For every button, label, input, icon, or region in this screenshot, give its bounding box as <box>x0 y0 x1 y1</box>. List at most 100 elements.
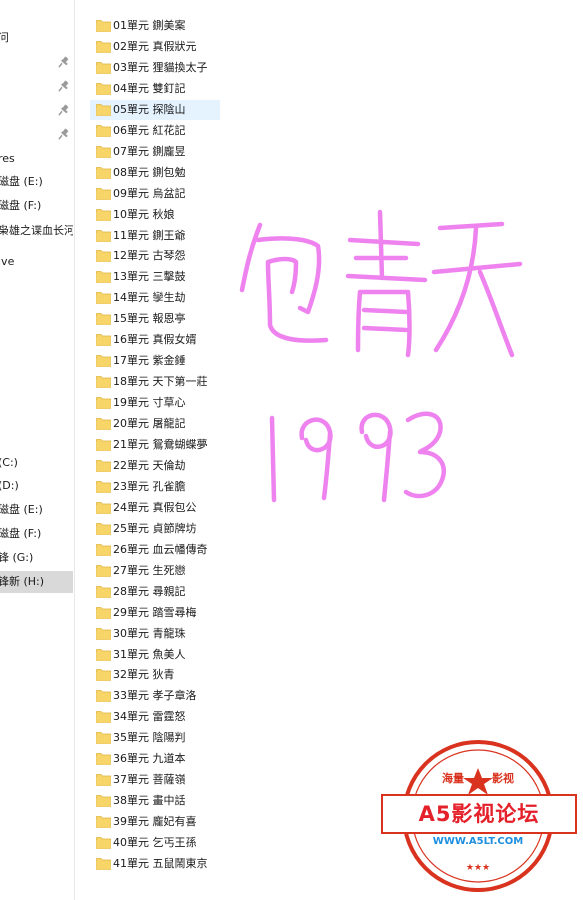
folder-item[interactable]: 26單元 血云幡傳奇 <box>90 540 220 560</box>
nav-item[interactable]: (C:) <box>0 452 73 474</box>
folder-item[interactable]: 23單元 孔雀膽 <box>90 477 220 497</box>
nav-item[interactable]: 磁盘 (F:) <box>0 195 73 217</box>
folder-item[interactable]: 15單元 報恩亭 <box>90 309 220 329</box>
folder-icon <box>96 522 111 535</box>
folder-item[interactable]: 30單元 青龍珠 <box>90 624 220 644</box>
folder-item[interactable]: 29單元 踏雪尋梅 <box>90 603 220 623</box>
hw-digit-9b <box>359 412 393 503</box>
nav-item-label: 锋新 (H:) <box>0 575 45 588</box>
nav-item[interactable] <box>0 52 73 74</box>
nav-item-label: 锋 (G:) <box>0 551 34 564</box>
nav-item[interactable] <box>0 100 73 122</box>
hw-digit-3 <box>403 411 446 499</box>
hw-char-bao <box>239 222 329 343</box>
nav-item[interactable] <box>0 76 73 98</box>
nav-item-label: (C:) <box>0 456 18 469</box>
folder-icon <box>96 313 111 326</box>
folder-icon <box>96 501 111 514</box>
folder-icon <box>96 606 111 619</box>
folder-item[interactable]: 09單元 烏盆記 <box>90 184 220 204</box>
nav-item[interactable]: 锋 (G:) <box>0 547 73 569</box>
folder-item[interactable]: 21單元 鴛鴦蝴蝶夢 <box>90 435 220 455</box>
folder-name: 13單元 三擊鼓 <box>113 270 186 284</box>
nav-item[interactable]: 磁盘 (E:) <box>0 171 73 193</box>
folder-icon <box>96 585 111 598</box>
nav-item[interactable] <box>0 124 73 146</box>
nav-item-label: 磁盘 (F:) <box>0 199 42 212</box>
folder-icon <box>96 669 111 682</box>
folder-item[interactable]: 01單元 鍘美案 <box>90 16 220 36</box>
folder-item[interactable]: 11單元 鍘王爺 <box>90 226 220 246</box>
pin-icon[interactable] <box>58 124 70 146</box>
pin-icon[interactable] <box>58 52 70 74</box>
nav-item[interactable]: 枭雄之谍血长河 <box>0 220 73 242</box>
folder-item[interactable]: 39單元 龐妃有喜 <box>90 812 220 832</box>
folder-icon <box>96 376 111 389</box>
nav-item[interactable]: 磁盘 (F:) <box>0 523 73 545</box>
folder-item[interactable]: 22單元 天倫劫 <box>90 456 220 476</box>
folder-item[interactable]: 13單元 三擊鼓 <box>90 267 220 287</box>
folder-item[interactable]: 37單元 菩薩嶺 <box>90 770 220 790</box>
nav-item[interactable]: res <box>0 148 73 170</box>
nav-item[interactable]: ive <box>0 251 73 273</box>
folder-icon <box>96 774 111 787</box>
folder-name: 15單元 報恩亭 <box>113 312 186 326</box>
folder-item[interactable]: 31單元 魚美人 <box>90 645 220 665</box>
folder-item[interactable]: 38單元 畫中話 <box>90 791 220 811</box>
folder-item[interactable]: 02單元 真假狀元 <box>90 37 220 57</box>
folder-icon <box>96 439 111 451</box>
folder-item[interactable]: 34單元 雷霆怒 <box>90 707 220 727</box>
folder-item[interactable]: 12單元 古琴怨 <box>90 246 220 266</box>
hw-digit-9a <box>299 417 333 501</box>
folder-item[interactable]: 07單元 鍘龐昱 <box>90 142 220 162</box>
nav-item[interactable]: 锋新 (H:) <box>0 571 73 593</box>
folder-item[interactable]: 10單元 秋娘 <box>90 205 220 225</box>
folder-name: 31單元 魚美人 <box>113 647 186 661</box>
folder-item[interactable]: 32單元 狄青 <box>90 665 220 685</box>
folder-icon <box>96 795 111 808</box>
folder-icon <box>96 355 111 368</box>
pin-icon[interactable] <box>58 76 70 98</box>
folder-item[interactable]: 03單元 狸貓換太子 <box>90 58 220 78</box>
folder-item[interactable]: 14單元 孿生劫 <box>90 288 220 308</box>
folder-name: 21單元 鴛鴦蝴蝶夢 <box>113 438 208 451</box>
star-icon <box>463 768 493 795</box>
folder-item[interactable]: 28單元 尋親記 <box>90 582 220 602</box>
folder-item[interactable]: 25單元 貞節牌坊 <box>90 519 220 539</box>
folder-icon <box>96 229 111 242</box>
folder-icon <box>96 187 111 200</box>
folder-name: 23單元 孔雀膽 <box>113 479 186 493</box>
folder-item[interactable]: 36單元 九道本 <box>90 749 220 769</box>
folder-name: 22單元 天倫劫 <box>113 458 186 472</box>
folder-icon <box>96 858 111 870</box>
folder-item[interactable]: 27單元 生死戀 <box>90 561 220 581</box>
folder-item[interactable]: 20單元 屠龍記 <box>90 414 220 434</box>
folder-icon <box>96 460 111 472</box>
folder-name: 28單元 尋親記 <box>113 584 186 598</box>
folder-item[interactable]: 16單元 真假女婿 <box>90 330 220 350</box>
nav-item[interactable]: 问 <box>0 27 73 49</box>
folder-item[interactable]: 08單元 鍘包勉 <box>90 163 220 183</box>
nav-item[interactable]: (D:) <box>0 475 73 497</box>
folder-name: 33單元 孝子章洛 <box>113 689 197 703</box>
folder-name: 06單元 紅花記 <box>113 123 186 137</box>
folder-item[interactable]: 06單元 紅花記 <box>90 121 220 141</box>
folder-icon <box>96 166 111 179</box>
folder-item[interactable]: 35單元 陰陽判 <box>90 728 220 748</box>
folder-item[interactable]: 41單元 五鼠鬧東京 <box>90 854 220 874</box>
folder-icon <box>96 61 111 74</box>
folder-item[interactable]: 33單元 孝子章洛 <box>90 686 220 706</box>
folder-name: 27單元 生死戀 <box>113 563 186 577</box>
folder-icon <box>96 690 111 703</box>
folder-item[interactable]: 18單元 天下第一莊 <box>90 372 220 392</box>
folder-item[interactable]: 19單元 寸草心 <box>90 393 220 413</box>
folder-name: 02單元 真假狀元 <box>113 39 197 53</box>
folder-item[interactable]: 24單元 真假包公 <box>90 498 220 518</box>
pin-icon[interactable] <box>58 100 70 122</box>
folder-item[interactable]: 40單元 乞丐王孫 <box>90 833 220 853</box>
folder-item[interactable]: 17單元 紫金錘 <box>90 351 220 371</box>
nav-item[interactable]: 磁盘 (E:) <box>0 499 73 521</box>
folder-item[interactable]: 05單元 探陰山 <box>90 99 220 120</box>
folder-icon <box>96 292 111 305</box>
folder-item[interactable]: 04單元 雙釘記 <box>90 79 220 99</box>
